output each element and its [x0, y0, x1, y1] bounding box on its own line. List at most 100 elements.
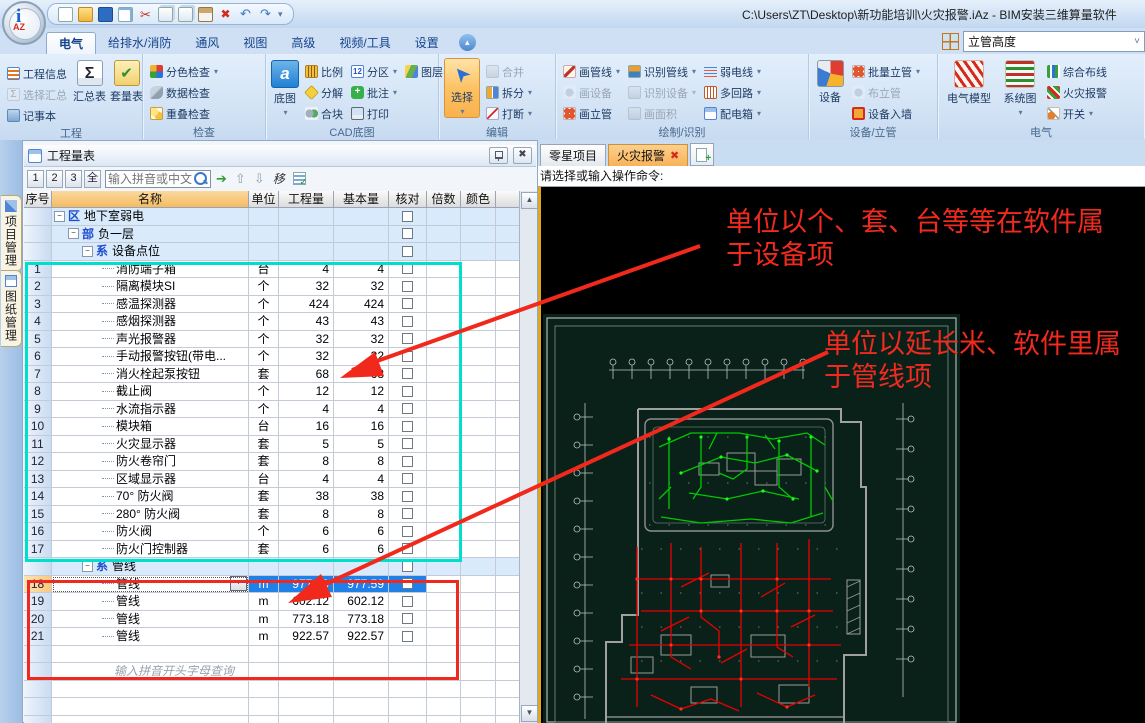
row-checkbox[interactable]	[402, 368, 413, 379]
close-icon[interactable]: ✖	[513, 147, 532, 164]
row-checkbox[interactable]	[402, 438, 413, 449]
tree-collapse-icon[interactable]: −	[54, 211, 65, 222]
summary-table-button[interactable]: Σ汇总表	[73, 58, 106, 104]
color-check-button[interactable]: 分色检查▾	[148, 62, 220, 81]
table-row[interactable]: −区地下室弱电	[24, 208, 519, 226]
riser-height-combobox[interactable]: 立管高度 ˅	[963, 31, 1145, 52]
table-row[interactable]: 15280° 防火阀套88	[24, 506, 519, 524]
table-row[interactable]: 5声光报警器个3232	[24, 331, 519, 349]
paste-icon[interactable]	[198, 7, 213, 22]
row-checkbox[interactable]	[402, 386, 413, 397]
table-row[interactable]: 输入拼音开头字母查询	[24, 663, 519, 681]
row-checkbox[interactable]	[402, 228, 413, 239]
drawing-tab-fire-alarm[interactable]: 火灾报警 ✖	[608, 144, 688, 166]
annotate-button[interactable]: +批注▾	[349, 83, 399, 102]
fire-alarm-button[interactable]: 火灾报警	[1045, 83, 1109, 102]
row-checkbox[interactable]	[402, 561, 413, 572]
row-checkbox[interactable]	[402, 526, 413, 537]
tree-collapse-icon[interactable]: −	[68, 228, 79, 239]
new-drawing-tab-button[interactable]: +	[690, 143, 714, 166]
table-row[interactable]: 13区域显示器台44	[24, 471, 519, 489]
recognize-pipe-button[interactable]: 识别管线▾	[626, 62, 698, 81]
weak-current-button[interactable]: 弱电线▾	[702, 62, 763, 81]
up-arrow-icon[interactable]: ⇧	[235, 171, 246, 187]
tree-collapse-icon[interactable]: −	[82, 246, 93, 257]
search-input[interactable]	[106, 172, 194, 186]
table-row[interactable]: 16防火阀个66	[24, 523, 519, 541]
header-qty[interactable]: 工程量	[279, 191, 334, 208]
table-row[interactable]: 19管线m602.12602.12	[24, 593, 519, 611]
break-button[interactable]: 打断▾	[484, 104, 534, 123]
device-in-wall-button[interactable]: 设备入墙	[850, 104, 922, 123]
save-icon[interactable]	[98, 7, 113, 22]
row-checkbox[interactable]	[402, 333, 413, 344]
print-preview-icon[interactable]	[118, 7, 133, 22]
qat-customize-icon[interactable]: ▾	[278, 9, 283, 20]
level-button-3[interactable]: 3	[65, 170, 82, 188]
switch-button[interactable]: 开关▾	[1045, 104, 1109, 123]
header-color[interactable]: 颜色	[461, 191, 496, 208]
batch-riser-button[interactable]: 批量立管▾	[850, 62, 922, 81]
row-checkbox[interactable]	[402, 263, 413, 274]
row-checkbox[interactable]	[402, 631, 413, 642]
table-row[interactable]	[24, 646, 519, 664]
drawing-tab-misc[interactable]: 零星项目	[540, 144, 606, 166]
overlap-check-button[interactable]: 重叠检查	[148, 104, 220, 123]
tab-view[interactable]: 视图	[231, 32, 279, 53]
table-row[interactable]: 18管线▼m977.59977.59	[24, 576, 519, 594]
header-base[interactable]: 基本量	[334, 191, 389, 208]
header-mult[interactable]: 倍数	[427, 191, 461, 208]
new-file-icon[interactable]	[58, 7, 73, 22]
base-drawing-button[interactable]: a底图▾	[271, 58, 299, 117]
electric-model-button[interactable]: 电气模型	[943, 58, 995, 106]
pin-icon[interactable]	[489, 147, 508, 164]
table-row[interactable]: 10模块箱台1616	[24, 418, 519, 436]
level-button-1[interactable]: 1	[27, 170, 44, 188]
draw-area-button[interactable]: 画面积	[626, 104, 698, 123]
table-row[interactable]: 20管线m773.18773.18	[24, 611, 519, 629]
duplicate-icon[interactable]	[178, 7, 193, 22]
row-checkbox[interactable]	[402, 491, 413, 502]
app-logo-icon[interactable]: iAZ	[2, 1, 46, 45]
row-checkbox[interactable]	[402, 578, 413, 589]
table-row[interactable]: 1470° 防火阀套3838	[24, 488, 519, 506]
tab-electrical[interactable]: 电气	[46, 32, 96, 54]
tab-advanced[interactable]: 高级	[279, 32, 327, 53]
system-diagram-button[interactable]: 系统图▾	[999, 58, 1041, 117]
row-checkbox[interactable]	[402, 473, 413, 484]
copy-icon[interactable]	[158, 7, 173, 22]
select-summary-button[interactable]: Σ选择汇总	[5, 85, 69, 104]
table-row[interactable]	[24, 681, 519, 699]
table-row[interactable]: 8截止阀个1212	[24, 383, 519, 401]
name-combo-button[interactable]: ▼	[230, 576, 247, 591]
table-row[interactable]	[24, 716, 519, 723]
table-row[interactable]: 21管线m922.57922.57	[24, 628, 519, 646]
row-checkbox[interactable]	[402, 456, 413, 467]
delete-icon[interactable]: ✖	[218, 7, 233, 22]
table-row[interactable]: 11火灾显示器套55	[24, 436, 519, 454]
quota-table-button[interactable]: ✔套量表	[110, 58, 143, 104]
draw-riser-button[interactable]: 画立管	[561, 104, 622, 123]
level-button-all[interactable]: 全	[84, 170, 101, 188]
draw-pipe-button[interactable]: 画管线▾	[561, 62, 622, 81]
row-checkbox[interactable]	[402, 281, 413, 292]
merge-block-button[interactable]: 合块	[303, 104, 345, 123]
select-button[interactable]: ➤选择▾	[444, 58, 480, 118]
open-folder-icon[interactable]	[78, 7, 93, 22]
go-arrow-icon[interactable]: ➔	[216, 171, 227, 187]
row-checkbox[interactable]	[402, 211, 413, 222]
table-scrollbar[interactable]: ▲ ▼	[519, 191, 537, 723]
checklist-icon[interactable]	[293, 172, 306, 185]
print-button[interactable]: 打印	[349, 104, 399, 123]
scroll-up-icon[interactable]: ▲	[521, 192, 538, 209]
row-checkbox[interactable]	[402, 351, 413, 362]
merge-button[interactable]: 合并	[484, 62, 534, 81]
row-checkbox[interactable]	[402, 316, 413, 327]
down-arrow-icon[interactable]: ⇩	[254, 171, 265, 187]
data-check-button[interactable]: 数据检查	[148, 83, 220, 102]
row-checkbox[interactable]	[402, 508, 413, 519]
row-checkbox[interactable]	[402, 246, 413, 257]
header-check[interactable]: 核对	[389, 191, 427, 208]
ribbon-collapse-icon[interactable]: ▴	[459, 34, 476, 51]
level-button-2[interactable]: 2	[46, 170, 63, 188]
